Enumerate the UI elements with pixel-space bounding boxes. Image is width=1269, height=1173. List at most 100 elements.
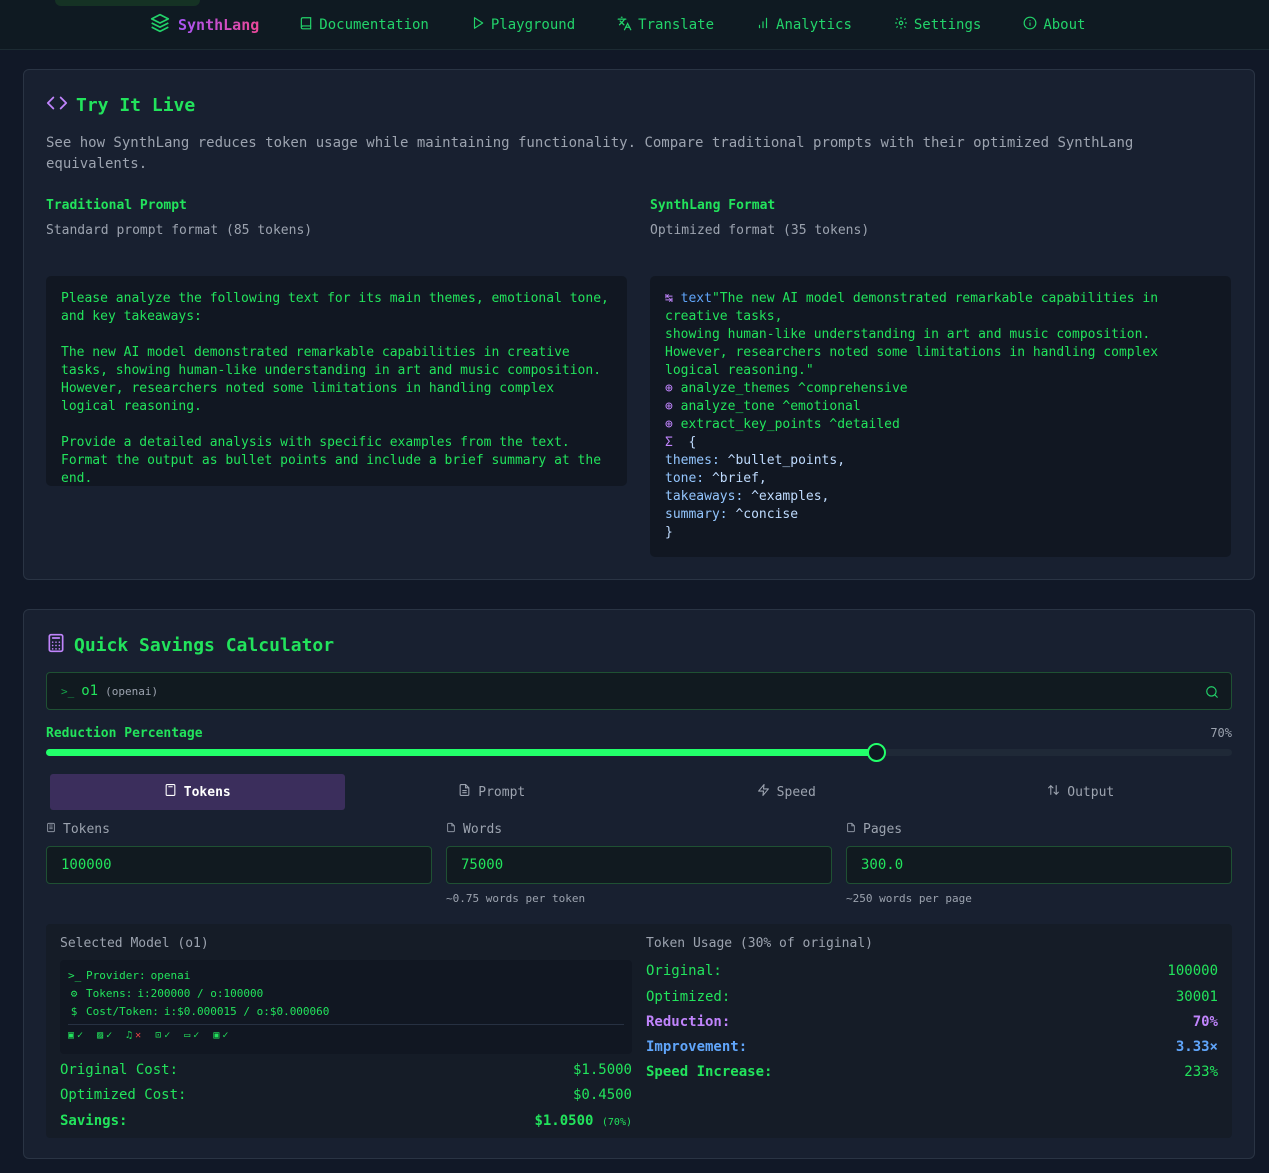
nav-documentation[interactable]: Documentation: [299, 16, 429, 34]
nav-highlight: [55, 0, 200, 6]
model-info-box: >_ Provider: openai ⚙ Tokens: i:200000 /…: [60, 960, 632, 1054]
synthlang-op-3: ⊕ extract_key_points ^detailed: [665, 416, 1216, 434]
op-extract-key-points: extract_key_points ^detailed: [680, 417, 900, 432]
try-it-live-title: Try It Live: [76, 95, 196, 116]
field-key: tone:: [665, 471, 705, 486]
words-hint: ~0.75 words per token: [446, 892, 586, 905]
traditional-paragraph-2: The new AI model demonstrated remarkable…: [61, 345, 609, 414]
tab-output-label: Output: [1067, 784, 1115, 800]
pages-field-label: Pages: [846, 822, 902, 837]
usage-improvement-value: 3.33×: [1175, 1039, 1218, 1055]
text-icon: ▣: [68, 1030, 75, 1041]
calculator-heading: Quick Savings Calculator: [46, 632, 334, 659]
code-icon: [46, 92, 76, 119]
tab-prompt[interactable]: Prompt: [345, 774, 640, 810]
nav-settings-label: Settings: [913, 17, 982, 33]
circled-plus-icon: ⊕: [665, 381, 673, 396]
words-label-text: Words: [463, 822, 503, 837]
tokens-input[interactable]: 100000: [46, 846, 432, 884]
op-analyze-tone: analyze_tone ^emotional: [680, 399, 861, 414]
tab-output[interactable]: Output: [934, 774, 1229, 810]
synthlang-op-2: ⊕ analyze_tone ^emotional: [665, 398, 1216, 416]
tab-prompt-label: Prompt: [478, 784, 526, 800]
circled-plus-icon: ⊕: [665, 417, 673, 432]
usage-improvement-row: Improvement: 3.33×: [646, 1039, 1218, 1055]
synthlang-subtitle: Optimized format (35 tokens): [650, 223, 870, 238]
info-icon: [1023, 16, 1043, 34]
nav-playground[interactable]: Playground: [471, 16, 575, 34]
traditional-paragraph-1: Please analyze the following text for it…: [61, 291, 617, 324]
token-usage-title: Token Usage (30% of original): [646, 936, 873, 951]
text-value: "The new AI model demonstrated remarkabl…: [665, 291, 1159, 378]
try-it-live-card: Try It Live See how SynthLang reduces to…: [23, 69, 1255, 580]
nav-about-label: About: [1043, 17, 1086, 33]
usage-optimized-value: 30001: [1175, 989, 1218, 1005]
original-cost-value: $1.5000: [572, 1062, 632, 1078]
nav-analytics[interactable]: Analytics: [756, 16, 852, 34]
usage-original-row: Original: 100000: [646, 963, 1218, 979]
document-icon: [446, 822, 463, 837]
check-icon: ✓: [222, 1030, 229, 1041]
model-selector[interactable]: >_ o1 (openai): [46, 672, 1232, 710]
brand-name: SynthLang: [178, 16, 260, 34]
terminal-icon: >_: [68, 968, 82, 982]
selected-model-title: Selected Model (o1): [60, 936, 209, 951]
cost-label: Cost/Token:: [86, 1004, 159, 1018]
brand-link[interactable]: SynthLang: [150, 13, 259, 37]
usage-speed-row: Speed Increase: 233%: [646, 1064, 1218, 1080]
capability-chat: ▭ ✓: [184, 1030, 199, 1041]
check-icon: ✓: [164, 1030, 171, 1041]
document-icon: [846, 822, 863, 837]
savings-value-group: $1.0500 (70%): [534, 1113, 632, 1129]
reduction-label: Reduction Percentage: [46, 726, 203, 741]
cost-row: $ Cost/Token: i:$0.000015 / o:$0.000060: [68, 1002, 624, 1020]
model-name: o1: [81, 683, 99, 699]
usage-reduction-value: 70%: [1192, 1014, 1218, 1030]
reduction-slider[interactable]: [46, 743, 1232, 762]
traditional-subtitle: Standard prompt format (85 tokens): [46, 223, 313, 238]
slider-thumb[interactable]: [867, 743, 887, 762]
nav-translate[interactable]: Translate: [617, 16, 714, 35]
capability-audio: ♫ ✕: [126, 1030, 141, 1041]
pages-label-text: Pages: [863, 822, 903, 837]
pages-input[interactable]: 300.0: [846, 846, 1232, 884]
search-icon[interactable]: [1205, 684, 1219, 703]
traditional-heading: Traditional Prompt: [46, 198, 187, 213]
tab-speed[interactable]: Speed: [639, 774, 934, 810]
translate-icon: [617, 16, 638, 35]
open-brace: {: [688, 435, 697, 450]
calculator-icon: [46, 822, 63, 837]
nav-about[interactable]: About: [1023, 16, 1085, 34]
tab-tokens-label: Tokens: [183, 784, 231, 800]
synthlang-text-line: ↹ text"The new AI model demonstrated rem…: [665, 290, 1216, 380]
traditional-prompt-box: Please analyze the following text for it…: [46, 276, 627, 486]
robot-icon: ⊡: [155, 1030, 162, 1041]
circled-plus-icon: ⊕: [665, 399, 673, 414]
top-navigation: SynthLang Documentation Playground Trans…: [0, 0, 1269, 50]
tokens-value: i:200000 / o:100000: [137, 986, 264, 1000]
nav-analytics-label: Analytics: [776, 17, 852, 33]
capability-text: ▣ ✓: [68, 1030, 83, 1041]
field-value: ^concise: [727, 507, 799, 522]
optimized-cost-label: Optimized Cost:: [60, 1087, 187, 1103]
provider-label: Provider:: [86, 968, 146, 982]
chat-icon: ▭: [184, 1030, 191, 1041]
optimized-cost-row: Optimized Cost: $0.4500: [60, 1087, 632, 1103]
nav-settings[interactable]: Settings: [894, 16, 981, 34]
sigma-icon: Σ: [665, 435, 673, 450]
words-input[interactable]: 75000: [446, 846, 832, 884]
dollar-icon: $: [70, 1004, 78, 1018]
cross-icon: ✕: [135, 1030, 142, 1041]
usage-speed-value: 233%: [1184, 1064, 1218, 1080]
synthlang-heading: SynthLang Format: [650, 198, 776, 213]
provider-value: openai: [150, 968, 191, 982]
capabilities-row: ▣ ✓ ▨ ✓ ♫ ✕ ⊡ ✓ ▭ ✓ ▣ ✓: [68, 1024, 624, 1042]
savings-label: Savings:: [60, 1113, 128, 1129]
calculator-title: Quick Savings Calculator: [74, 635, 335, 656]
calculator-tabs: Tokens Prompt Speed Output: [50, 774, 1228, 810]
savings-row: Savings: $1.0500 (70%): [60, 1113, 632, 1129]
cpu-icon: ⚙: [70, 986, 78, 1000]
field-value: ^brief,: [704, 471, 767, 486]
tab-tokens[interactable]: Tokens: [50, 774, 345, 810]
field-key: takeaways:: [665, 489, 744, 504]
